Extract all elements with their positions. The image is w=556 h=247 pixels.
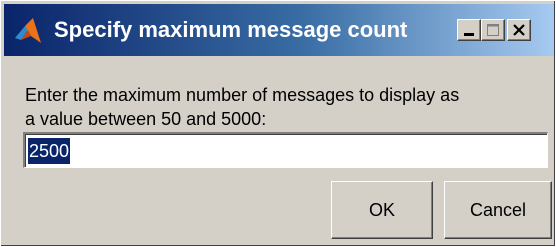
maximize-button[interactable]	[481, 19, 505, 41]
cancel-button[interactable]: Cancel	[444, 181, 552, 239]
max-count-input[interactable]: 2500	[23, 132, 548, 168]
matlab-logo-icon	[15, 18, 41, 43]
prompt-text: Enter the maximum number of messages to …	[25, 83, 553, 131]
ok-button[interactable]: OK	[331, 181, 433, 239]
window-title: Specify maximum message count	[54, 17, 408, 42]
input-selected-value: 2500	[28, 138, 71, 164]
prompt-line-2: a value between 50 and 5000:	[25, 109, 267, 129]
title-bar[interactable]: Specify maximum message count	[4, 4, 554, 56]
dialog-window: Specify maximum message count Enter the …	[0, 0, 556, 247]
prompt-line-1: Enter the maximum number of messages to …	[25, 85, 460, 105]
maximize-icon	[487, 24, 499, 36]
close-icon	[513, 24, 525, 36]
minimize-button[interactable]	[457, 19, 481, 41]
minimize-icon	[464, 33, 474, 36]
close-button[interactable]	[507, 19, 531, 41]
